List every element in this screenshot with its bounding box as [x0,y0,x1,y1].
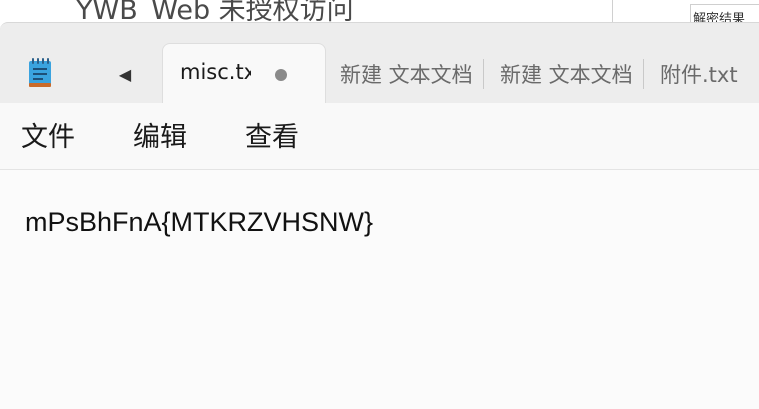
chevron-left-icon: ◀ [118,64,132,84]
tab-label: 新建 文本文档 [340,62,473,87]
text-editor[interactable]: mPsBhFnA{MTKRZVHSNW} [0,170,759,409]
editor-content[interactable]: mPsBhFnA{MTKRZVHSNW} [25,204,373,240]
menu-file[interactable]: 文件 [21,121,75,155]
menu-bar: 文件 编辑 查看 [0,103,759,170]
menu-edit[interactable]: 编辑 [133,121,187,155]
modified-dot-icon[interactable] [275,69,287,81]
background-divider [612,0,613,22]
tab-attachment-txt[interactable]: 附件.txt [660,43,759,104]
background-corner-panel: 解密结果 [690,4,759,23]
tab-label: 附件.txt [660,62,738,87]
tab-label: 新建 文本文档 [500,62,633,87]
notepad-window: ◀ misc.txt 新建 文本文档 新建 文本文档 附件.txt 文件 编辑 … [0,22,759,409]
tab-separator [643,59,644,89]
tab-bar: ◀ misc.txt 新建 文本文档 新建 文本文档 附件.txt [0,22,759,105]
tab-misc-txt[interactable]: misc.txt [162,43,326,105]
scroll-tabs-left-button[interactable]: ◀ [106,59,144,89]
background-corner-text: 解密结果 [693,12,746,23]
tab-separator [483,59,484,89]
menu-view[interactable]: 查看 [245,121,299,155]
notepad-icon [27,57,53,89]
tab-new-text-document-1[interactable]: 新建 文本文档 [340,43,478,104]
tab-label: misc.txt [180,60,251,84]
tab-new-text-document-2[interactable]: 新建 文本文档 [500,43,638,104]
